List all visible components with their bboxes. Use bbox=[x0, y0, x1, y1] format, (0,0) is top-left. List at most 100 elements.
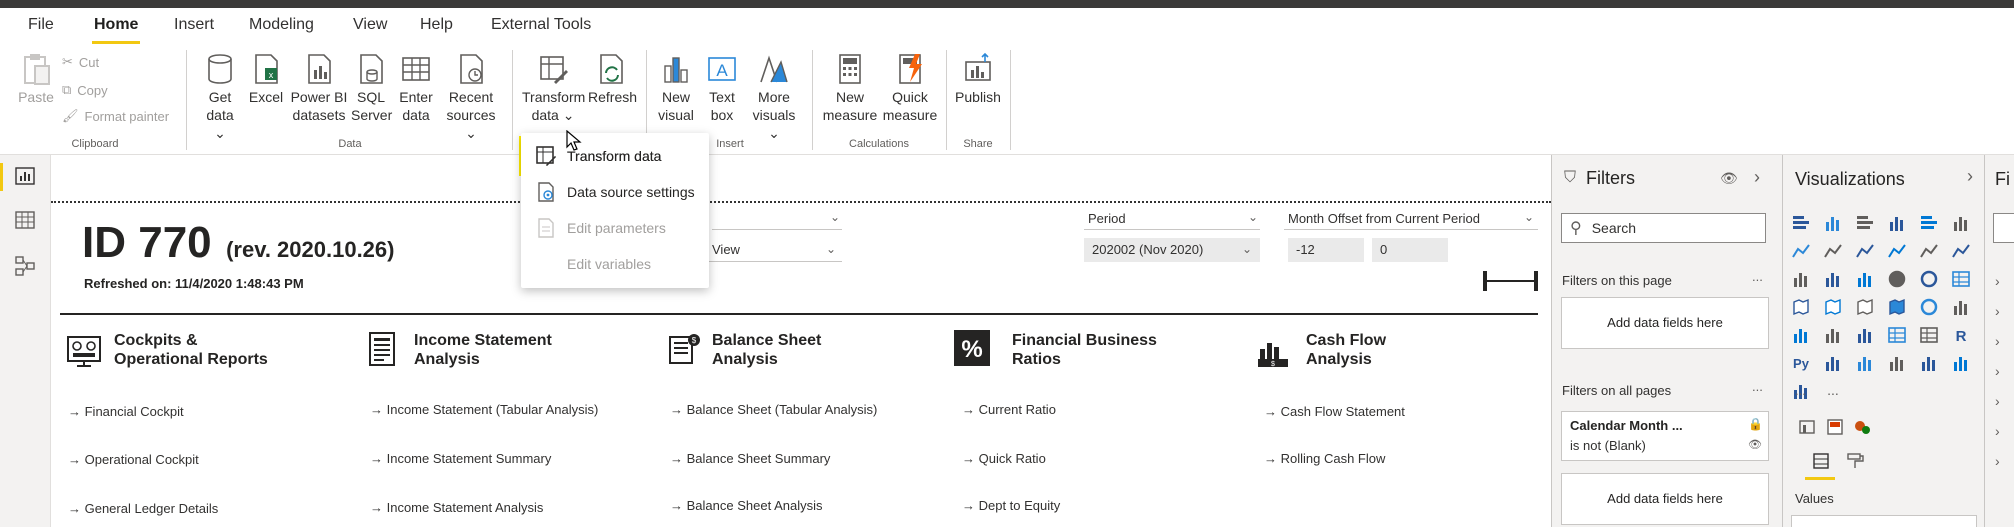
fields-tab-icon[interactable] bbox=[1797, 417, 1817, 437]
chevron-right-icon[interactable]: › bbox=[1995, 303, 2000, 319]
sql-server-button[interactable]: SQL Server bbox=[351, 52, 392, 124]
text-box-button[interactable]: A Text box bbox=[704, 52, 740, 124]
add-fields-well-page[interactable]: Add data fields here bbox=[1561, 297, 1769, 349]
link-balance-sheet-tabular[interactable]: → Balance Sheet (Tabular Analysis) bbox=[670, 402, 877, 417]
paint-roller-icon[interactable] bbox=[1845, 451, 1865, 471]
link-balance-sheet-analysis[interactable]: → Balance Sheet Analysis bbox=[670, 498, 822, 513]
collapse-pane-icon[interactable]: › bbox=[1754, 167, 1760, 188]
link-financial-cockpit[interactable]: → Financial Cockpit bbox=[68, 404, 184, 419]
more-icon[interactable]: ... bbox=[1823, 381, 1843, 401]
enter-data-button[interactable]: Enter data bbox=[396, 52, 436, 124]
custom-visual-icon[interactable] bbox=[1951, 353, 1971, 373]
map-icon[interactable] bbox=[1791, 297, 1811, 317]
funnel-icon[interactable] bbox=[1823, 269, 1843, 289]
line-column-icon[interactable] bbox=[1887, 241, 1907, 261]
tab-file[interactable]: File bbox=[28, 16, 54, 34]
excel-button[interactable]: x Excel bbox=[246, 52, 286, 106]
gauge-icon[interactable] bbox=[1919, 297, 1939, 317]
donut-icon[interactable] bbox=[1919, 269, 1939, 289]
new-visual-button[interactable]: New visual bbox=[656, 52, 696, 124]
more-visuals-button[interactable]: More visuals ⌄ bbox=[748, 52, 800, 142]
stacked-bar-icon[interactable] bbox=[1791, 213, 1811, 233]
pie-icon[interactable] bbox=[1887, 269, 1907, 289]
tab-modeling[interactable]: Modeling bbox=[249, 16, 314, 34]
narrative-icon[interactable] bbox=[1919, 353, 1939, 373]
key-influencers-icon[interactable] bbox=[1823, 353, 1843, 373]
chevron-down-icon[interactable]: ⌄ bbox=[1242, 242, 1252, 256]
chevron-right-icon[interactable]: › bbox=[1995, 423, 2000, 439]
chevron-down-icon[interactable]: ⌄ bbox=[1248, 210, 1258, 224]
publish-button[interactable]: Publish bbox=[954, 52, 1002, 106]
paste-button[interactable]: Paste bbox=[16, 52, 56, 106]
link-cash-flow-statement[interactable]: → Cash Flow Statement bbox=[1264, 404, 1405, 419]
collapse-pane-icon[interactable]: › bbox=[1967, 166, 1973, 187]
quick-measure-button[interactable]: Quick measure bbox=[882, 52, 938, 124]
chevron-right-icon[interactable]: › bbox=[1995, 453, 2000, 469]
chevron-right-icon[interactable]: › bbox=[1995, 333, 2000, 349]
line-clustered-icon[interactable] bbox=[1919, 241, 1939, 261]
line-chart-icon[interactable] bbox=[1791, 241, 1811, 261]
more-options-icon[interactable]: ... bbox=[1752, 269, 1763, 284]
link-debt-to-equity[interactable]: → Dept to Equity bbox=[962, 498, 1060, 513]
chevron-right-icon[interactable]: › bbox=[1995, 363, 2000, 379]
analytics-tab-icon[interactable] bbox=[1853, 417, 1873, 437]
chevron-down-icon[interactable]: ⌄ bbox=[830, 210, 840, 224]
azure-map-icon[interactable] bbox=[1887, 297, 1907, 317]
power-bi-datasets-button[interactable]: Power BI datasets bbox=[290, 52, 348, 124]
refresh-button[interactable]: Refresh bbox=[588, 52, 637, 106]
link-operational-cockpit[interactable]: → Operational Cockpit bbox=[68, 452, 199, 467]
waterfall-icon[interactable] bbox=[1791, 269, 1811, 289]
copy-button[interactable]: ⧉ Copy bbox=[62, 82, 108, 98]
period-slicer[interactable]: 202002 (Nov 2020) bbox=[1084, 238, 1260, 262]
eye-hidden-icon[interactable]: 👁 bbox=[1720, 170, 1738, 187]
stacked-column-icon[interactable] bbox=[1823, 213, 1843, 233]
link-income-statement-summary[interactable]: → Income Statement Summary bbox=[370, 451, 551, 466]
100-bar-icon[interactable] bbox=[1919, 213, 1939, 233]
matrix-icon[interactable] bbox=[1919, 325, 1939, 345]
menu-item-transform-data-highlighted[interactable]: Transform data bbox=[521, 139, 681, 173]
chevron-right-icon[interactable]: › bbox=[1995, 273, 2000, 289]
transform-data-button[interactable]: Transform data ⌄ bbox=[522, 52, 585, 124]
treemap-icon[interactable] bbox=[1951, 269, 1971, 289]
chevron-down-icon[interactable]: ⌄ bbox=[1524, 210, 1534, 224]
table-visual-icon[interactable] bbox=[1887, 325, 1907, 345]
stacked-area-icon[interactable] bbox=[1855, 241, 1875, 261]
build-visual-icon[interactable] bbox=[1811, 451, 1831, 471]
link-income-statement-analysis[interactable]: → Income Statement Analysis bbox=[370, 500, 543, 515]
values-well[interactable] bbox=[1791, 515, 1977, 527]
menu-item-data-source-settings[interactable]: Data source settings bbox=[521, 175, 709, 209]
qa-icon[interactable] bbox=[1887, 353, 1907, 373]
clustered-column-icon[interactable] bbox=[1887, 213, 1907, 233]
tab-insert[interactable]: Insert bbox=[174, 16, 214, 34]
filter-card-calendar-month[interactable]: Calendar Month ... is not (Blank) 🔒 👁 bbox=[1561, 411, 1769, 461]
100-column-icon[interactable] bbox=[1951, 213, 1971, 233]
link-general-ledger[interactable]: → General Ledger Details bbox=[68, 501, 218, 516]
slicer-icon[interactable] bbox=[1855, 325, 1875, 345]
recent-sources-button[interactable]: Recent sources ⌄ bbox=[440, 52, 502, 142]
add-fields-well-all-pages[interactable]: Add data fields here bbox=[1561, 473, 1769, 525]
r-visual-icon[interactable]: R bbox=[1951, 325, 1971, 345]
model-view-icon[interactable] bbox=[14, 255, 36, 277]
card-icon[interactable] bbox=[1951, 297, 1971, 317]
range-slider-handle-min[interactable] bbox=[1483, 271, 1487, 291]
more-visuals-icon[interactable]: ... bbox=[1795, 383, 1806, 398]
area-chart-icon[interactable] bbox=[1823, 241, 1843, 261]
more-options-icon[interactable]: ... bbox=[1752, 379, 1763, 394]
link-balance-sheet-summary[interactable]: → Balance Sheet Summary bbox=[670, 451, 830, 466]
kpi-icon[interactable] bbox=[1823, 325, 1843, 345]
link-quick-ratio[interactable]: → Quick Ratio bbox=[962, 451, 1046, 466]
new-measure-button[interactable]: New measure bbox=[822, 52, 878, 124]
range-slider-handle-max[interactable] bbox=[1534, 271, 1538, 291]
tab-help[interactable]: Help bbox=[420, 16, 453, 34]
chevron-down-icon[interactable]: ⌄ bbox=[826, 242, 836, 256]
view-slicer[interactable]: View bbox=[704, 238, 842, 262]
offset-max-input[interactable]: 0 bbox=[1372, 238, 1448, 262]
decomposition-tree-icon[interactable] bbox=[1855, 353, 1875, 373]
scatter-icon[interactable] bbox=[1855, 269, 1875, 289]
offset-min-input[interactable]: -12 bbox=[1288, 238, 1364, 262]
tab-external-tools[interactable]: External Tools bbox=[491, 16, 591, 34]
tab-view[interactable]: View bbox=[353, 16, 387, 34]
ribbon-chart-icon[interactable] bbox=[1951, 241, 1971, 261]
data-view-icon[interactable] bbox=[14, 209, 36, 231]
link-income-statement-tabular[interactable]: → Income Statement (Tabular Analysis) bbox=[370, 402, 598, 417]
